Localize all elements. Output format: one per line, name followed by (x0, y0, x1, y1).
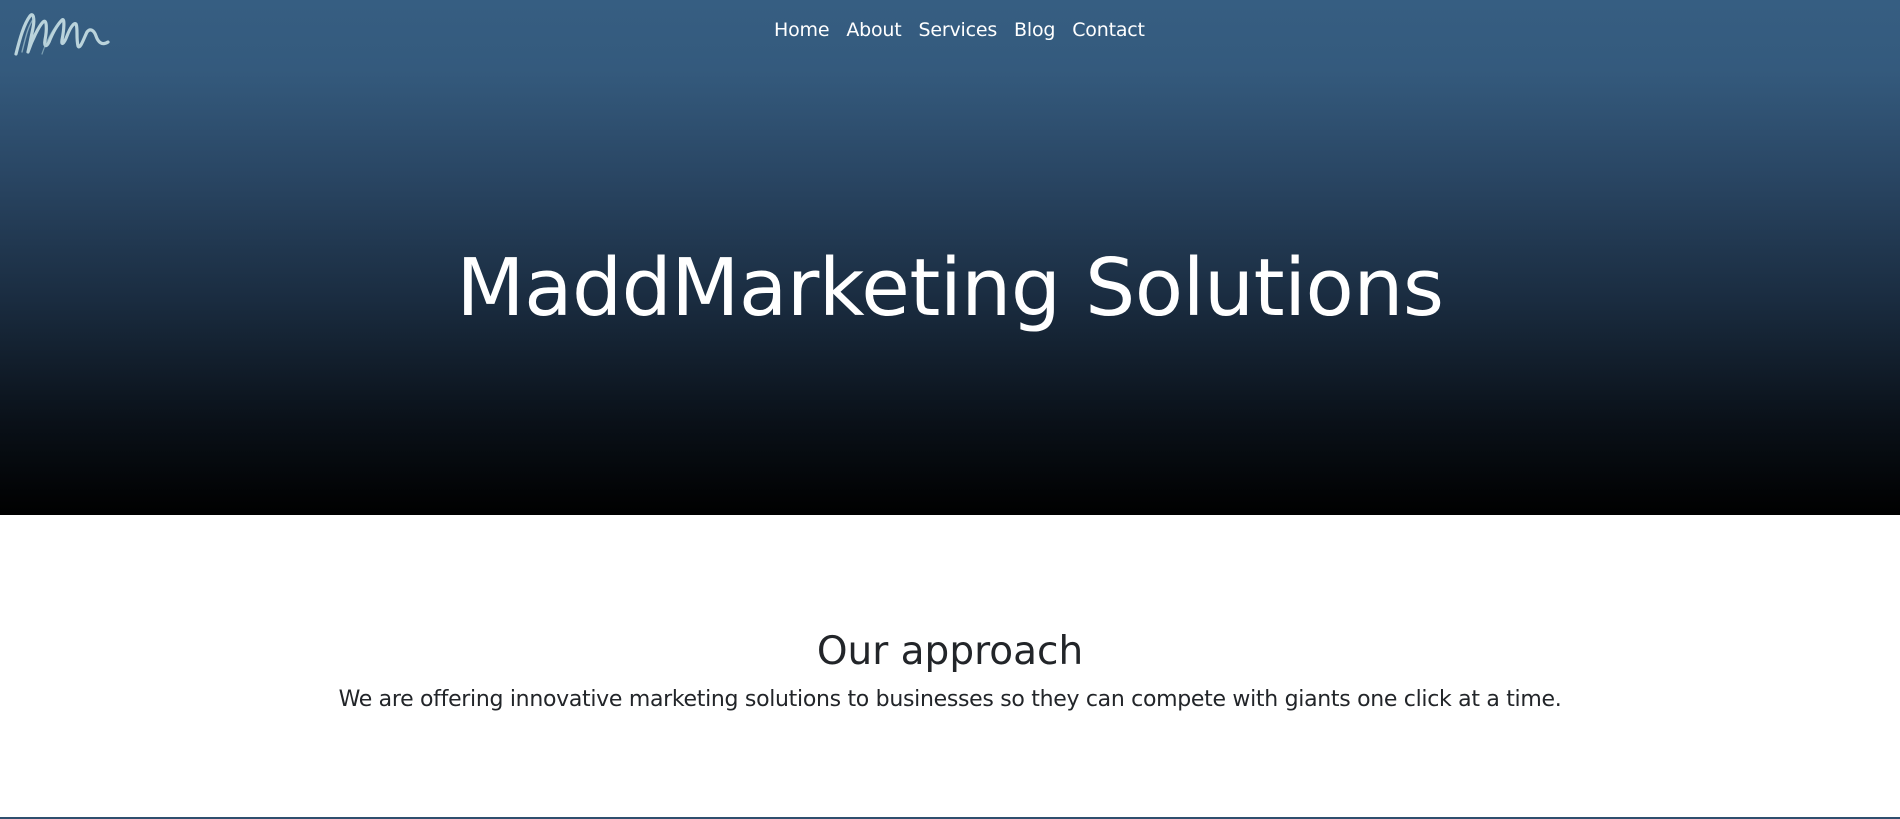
nav-blog-link[interactable]: Blog (1014, 19, 1055, 41)
nav-about-link[interactable]: About (846, 19, 901, 41)
approach-heading: Our approach (816, 629, 1084, 674)
nav-links: Home About Services Blog Contact (774, 19, 1145, 41)
hero-section: Home About Services Blog Contact MaddMar… (0, 0, 1900, 515)
nav-contact-link[interactable]: Contact (1072, 19, 1145, 41)
nav-home-link[interactable]: Home (774, 19, 830, 41)
handwritten-mm-signature-icon[interactable] (12, 8, 116, 60)
approach-description: We are offering innovative marketing sol… (338, 687, 1562, 712)
nav-services-link[interactable]: Services (919, 19, 998, 41)
hero-title: MaddMarketing Solutions (456, 242, 1444, 334)
